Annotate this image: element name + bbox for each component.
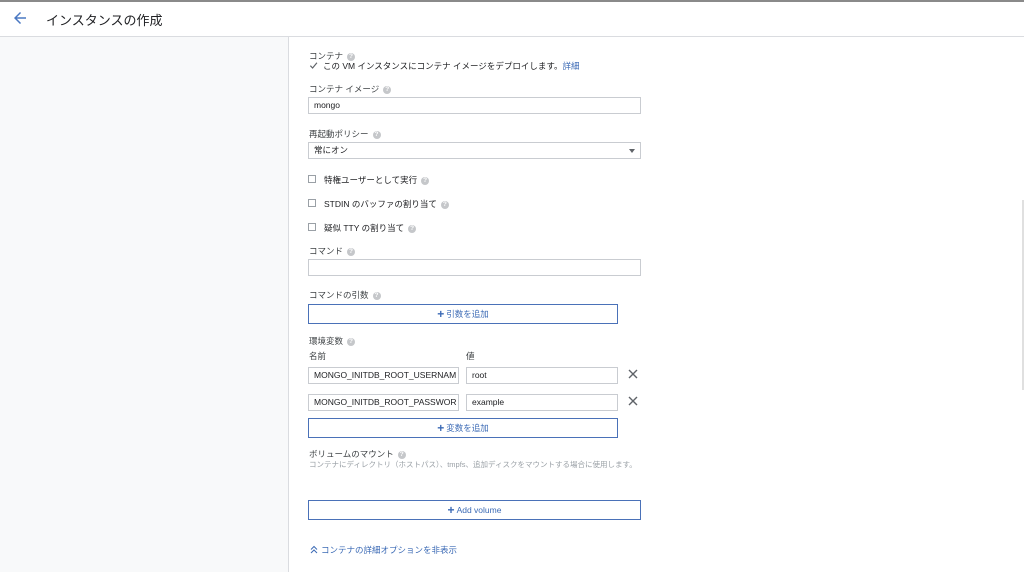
env-name-input[interactable]: MONGO_INITDB_ROOT_PASSWOR [308, 394, 459, 411]
env-name-header: 名前 [309, 351, 327, 361]
container-image-text: コンテナ イメージ [309, 84, 380, 94]
tty-label: 疑似 TTY の割り当て? [324, 222, 417, 234]
help-icon[interactable]: ? [347, 247, 356, 256]
page-title: インスタンスの作成 [46, 13, 163, 28]
help-icon[interactable]: ? [421, 176, 430, 185]
stdin-text: STDIN のバッファの割り当て [324, 199, 437, 209]
dropdown-caret-icon [629, 149, 635, 153]
hide-advanced-text: コンテナの詳細オプションを非表示 [321, 545, 458, 555]
help-icon[interactable]: ? [383, 85, 392, 94]
arrow-back-icon[interactable] [11, 9, 29, 27]
deploy-container-checkbox-label: この VM インスタンスにコンテナ イメージをデプロイします。詳細 [323, 60, 580, 72]
left-panel [0, 37, 289, 572]
learn-more-link[interactable]: 詳細 [562, 61, 579, 71]
privileged-label: 特権ユーザーとして実行? [324, 174, 430, 186]
stdin-checkbox[interactable] [308, 199, 316, 207]
add-variable-button[interactable]: + 変数を追加 [308, 418, 618, 438]
help-icon[interactable]: ? [440, 200, 449, 209]
env-vars-label: 環境変数? [309, 335, 356, 347]
help-icon[interactable]: ? [372, 291, 381, 300]
plus-icon: + [437, 307, 445, 321]
chevron-up-double-icon [310, 545, 318, 554]
privileged-checkbox[interactable] [308, 175, 316, 183]
privileged-text: 特権ユーザーとして実行 [324, 175, 418, 185]
command-label: コマンド? [309, 245, 356, 257]
plus-icon: + [447, 503, 455, 517]
add-argument-text: 引数を追加 [446, 309, 489, 319]
hide-advanced-options-link[interactable]: コンテナの詳細オプションを非表示 [310, 544, 457, 556]
stdin-label: STDIN のバッファの割り当て? [324, 198, 449, 210]
deploy-text: この VM インスタンスにコンテナ イメージをデプロイします。 [323, 61, 563, 71]
restart-policy-text: 再起動ポリシー [309, 129, 369, 139]
add-volume-button[interactable]: + Add volume [308, 500, 641, 520]
checkmark-icon[interactable] [309, 61, 318, 70]
container-image-label: コンテナ イメージ? [309, 83, 392, 95]
close-icon[interactable] [628, 369, 638, 379]
volume-mounts-text: ボリュームのマウント [309, 449, 394, 459]
command-input[interactable] [308, 259, 641, 276]
restart-policy-select[interactable]: 常にオン [308, 142, 641, 159]
restart-policy-label: 再起動ポリシー? [309, 128, 381, 140]
plus-icon: + [437, 421, 445, 435]
command-args-label: コマンドの引数? [309, 289, 381, 301]
env-vars-text: 環境変数 [309, 336, 344, 346]
command-text: コマンド [309, 246, 344, 256]
add-volume-text: Add volume [456, 505, 502, 515]
top-bar: インスタンスの作成 [0, 0, 1024, 37]
close-icon[interactable] [628, 396, 638, 406]
help-icon[interactable]: ? [372, 130, 381, 139]
add-variable-text: 変数を追加 [446, 423, 489, 433]
help-icon[interactable]: ? [347, 337, 356, 346]
help-icon[interactable]: ? [397, 450, 406, 459]
tty-checkbox[interactable] [308, 223, 316, 231]
add-argument-button[interactable]: + 引数を追加 [308, 304, 618, 324]
restart-policy-value: 常にオン [314, 145, 349, 155]
command-args-text: コマンドの引数 [309, 290, 369, 300]
volume-description: コンテナにディレクトリ（ホストパス）、tmpfs、追加ディスクをマウントする場合… [309, 460, 637, 469]
env-name-input[interactable]: MONGO_INITDB_ROOT_USERNAM [308, 367, 459, 384]
env-value-header: 値 [466, 351, 475, 361]
help-icon[interactable]: ? [408, 224, 417, 233]
env-value-input[interactable]: example [466, 394, 618, 411]
env-value-input[interactable]: root [466, 367, 618, 384]
container-image-input[interactable]: mongo [308, 97, 641, 114]
tty-text: 疑似 TTY の割り当て [324, 223, 405, 233]
